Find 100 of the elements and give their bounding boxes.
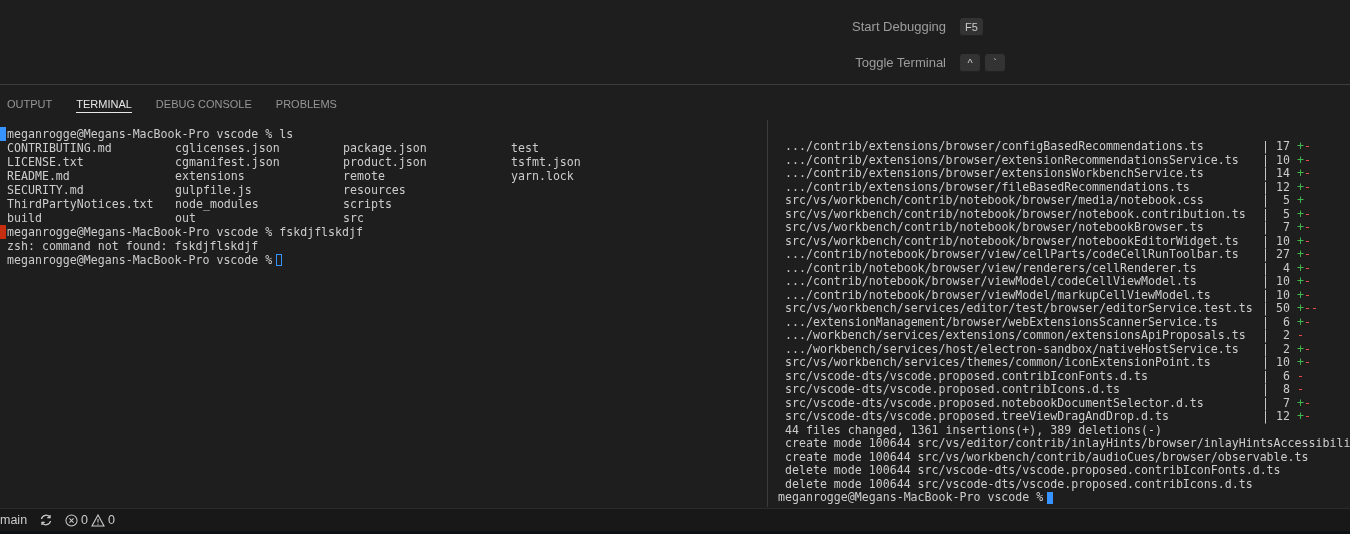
deletions-graph: - [1304,355,1311,369]
file-name: scripts [343,197,393,211]
output-text: delete mode 100644 src/vscode-dts/vscode.proposed.contribIcons.d.ts [785,477,1253,491]
sync-icon [39,513,54,527]
file-path: src/vs/workbench/contrib/notebook/browser/notebook.contribution.ts [785,207,1247,221]
file-path: .../contrib/notebook/browser/viewModel/markupCellViewModel.ts [785,288,1212,302]
additions-graph: + [1297,233,1304,248]
file-path: .../contrib/notebook/browser/viewModel/codeCellViewModel.ts [785,275,1198,289]
branch-indicator[interactable]: main [0,509,34,531]
file-path: src/vs/workbench/contrib/notebook/browser/media/notebook.css [785,194,1205,208]
file-path: src/vscode-dts/vscode.proposed.contribIconFonts.d.ts [785,369,1149,383]
problems-indicator[interactable]: 0 0 [59,509,121,531]
file-path: .../workbench/services/host/electron-sandbox/nativeHostService.ts [785,342,1239,356]
change-count: 27 [1275,248,1291,262]
file-path: src/vs/workbench/services/themes/common/iconExtensionPoint.ts [785,356,1212,370]
change-count: 50 [1275,302,1291,316]
deletions-graph: - [1297,328,1304,342]
shell-prompt: meganrogge@Megans-MacBook-Pro vscode % [7,253,273,267]
stat-separator: | [1262,288,1269,302]
change-count: 6 [1282,369,1291,383]
keyboard-key: F5 [960,18,983,36]
additions-graph: + [1297,274,1304,288]
deletions-graph: - [1304,179,1311,194]
additions-graph: + [1297,152,1304,167]
panel-tab[interactable]: TERMINAL [76,85,132,113]
stat-separator: | [1262,410,1269,424]
stat-separator: | [1262,194,1269,208]
deletions-graph: - [1304,314,1311,329]
file-name: README.md [7,169,71,183]
file-name: node_modules [175,197,260,211]
deletions-graph: - [1304,341,1311,356]
change-count: 8 [1282,383,1291,397]
change-count: 7 [1282,221,1291,235]
stat-separator: | [1262,315,1269,329]
shell-command: fskdjflskdjf [279,225,363,239]
additions-graph: + [1297,409,1304,423]
change-count: 5 [1282,207,1291,221]
stat-separator: | [1262,302,1269,316]
output-text: delete mode 100644 src/vscode-dts/vscode.proposed.contribIconFonts.d.ts [785,464,1281,478]
change-count: 2 [1282,329,1291,343]
file-path: .../contrib/extensions/browser/extensionRecommendationsService.ts [785,153,1240,167]
file-name: gulpfile.js [175,183,253,197]
shell-prompt: meganrogge@Megans-MacBook-Pro vscode % [778,491,1044,505]
deletions-graph: - [1304,409,1311,423]
file-name: package.json [343,141,428,155]
output-text: zsh: command not found: fskdjflskdjf [7,239,259,253]
deletions-graph: - [1297,368,1304,383]
stat-separator: | [1262,207,1269,221]
file-path: src/vscode-dts/vscode.proposed.contribIcons.d.ts [785,383,1121,397]
warning-icon [91,513,106,527]
additions-graph: + [1297,301,1304,315]
change-count: 2 [1282,342,1291,356]
file-name: LICENSE.txt [7,155,85,169]
deletions-graph: -- [1304,301,1318,315]
stat-separator: | [1262,342,1269,356]
deletions-graph: - [1297,382,1304,396]
file-name: cgmanifest.json [175,155,281,169]
file-name: CONTRIBUTING.md [7,141,113,155]
file-name: test [511,141,540,155]
additions-graph: + [1297,314,1304,329]
output-text: create mode 100644 src/vs/editor/contrib/inlayHints/browser/inlayHintsAccessibili [785,437,1350,451]
deletions-graph: - [1304,220,1311,234]
change-count: 12 [1275,180,1291,194]
file-path: src/vscode-dts/vscode.proposed.treeViewDragAndDrop.d.ts [785,410,1169,424]
change-count: 7 [1282,396,1291,410]
file-name: yarn.lock [511,169,575,183]
output-text: create mode 100644 src/vs/workbench/contrib/audioCues/browser/observable.ts [785,450,1309,464]
shell-command: ls [279,127,294,141]
stat-separator: | [1262,329,1269,343]
file-name: extensions [175,169,246,183]
file-name: out [175,211,197,225]
additions-graph: + [1297,193,1304,207]
file-path: .../contrib/extensions/browser/extensionsWorkbenchService.ts [785,167,1205,181]
keyboard-key: ` [985,54,1005,72]
stat-separator: | [1262,383,1269,397]
file-path: src/vscode-dts/vscode.proposed.notebookDocumentSelector.d.ts [785,396,1205,410]
additions-graph: + [1297,260,1304,275]
shell-prompt: meganrogge@Megans-MacBook-Pro vscode % [7,225,273,239]
additions-graph: + [1297,220,1304,234]
additions-graph: + [1297,287,1304,302]
panel-tab[interactable]: PROBLEMS [275,85,337,113]
deletions-graph: - [1304,274,1311,288]
stat-separator: | [1262,140,1269,154]
additions-graph: + [1297,179,1304,194]
file-path: src/vs/workbench/contrib/notebook/browser/notebookEditorWidget.ts [785,234,1240,248]
stat-separator: | [1262,180,1269,194]
additions-graph: + [1297,341,1304,356]
stat-separator: | [1262,356,1269,370]
file-path: .../workbench/services/extensions/common/extensionsApiProposals.ts [785,329,1247,343]
deletions-graph: - [1304,206,1311,221]
file-name: resources [343,183,407,197]
panel-tab[interactable]: OUTPUT [7,85,53,113]
deletions-graph: - [1304,247,1311,261]
error-icon [65,513,79,527]
change-count: 10 [1275,275,1291,289]
stat-separator: | [1262,234,1269,248]
stat-separator: | [1262,275,1269,289]
file-name: cglicenses.json [175,141,281,155]
panel-tab[interactable]: DEBUG CONSOLE [155,85,252,113]
keyboard-key: ^ [960,54,980,72]
